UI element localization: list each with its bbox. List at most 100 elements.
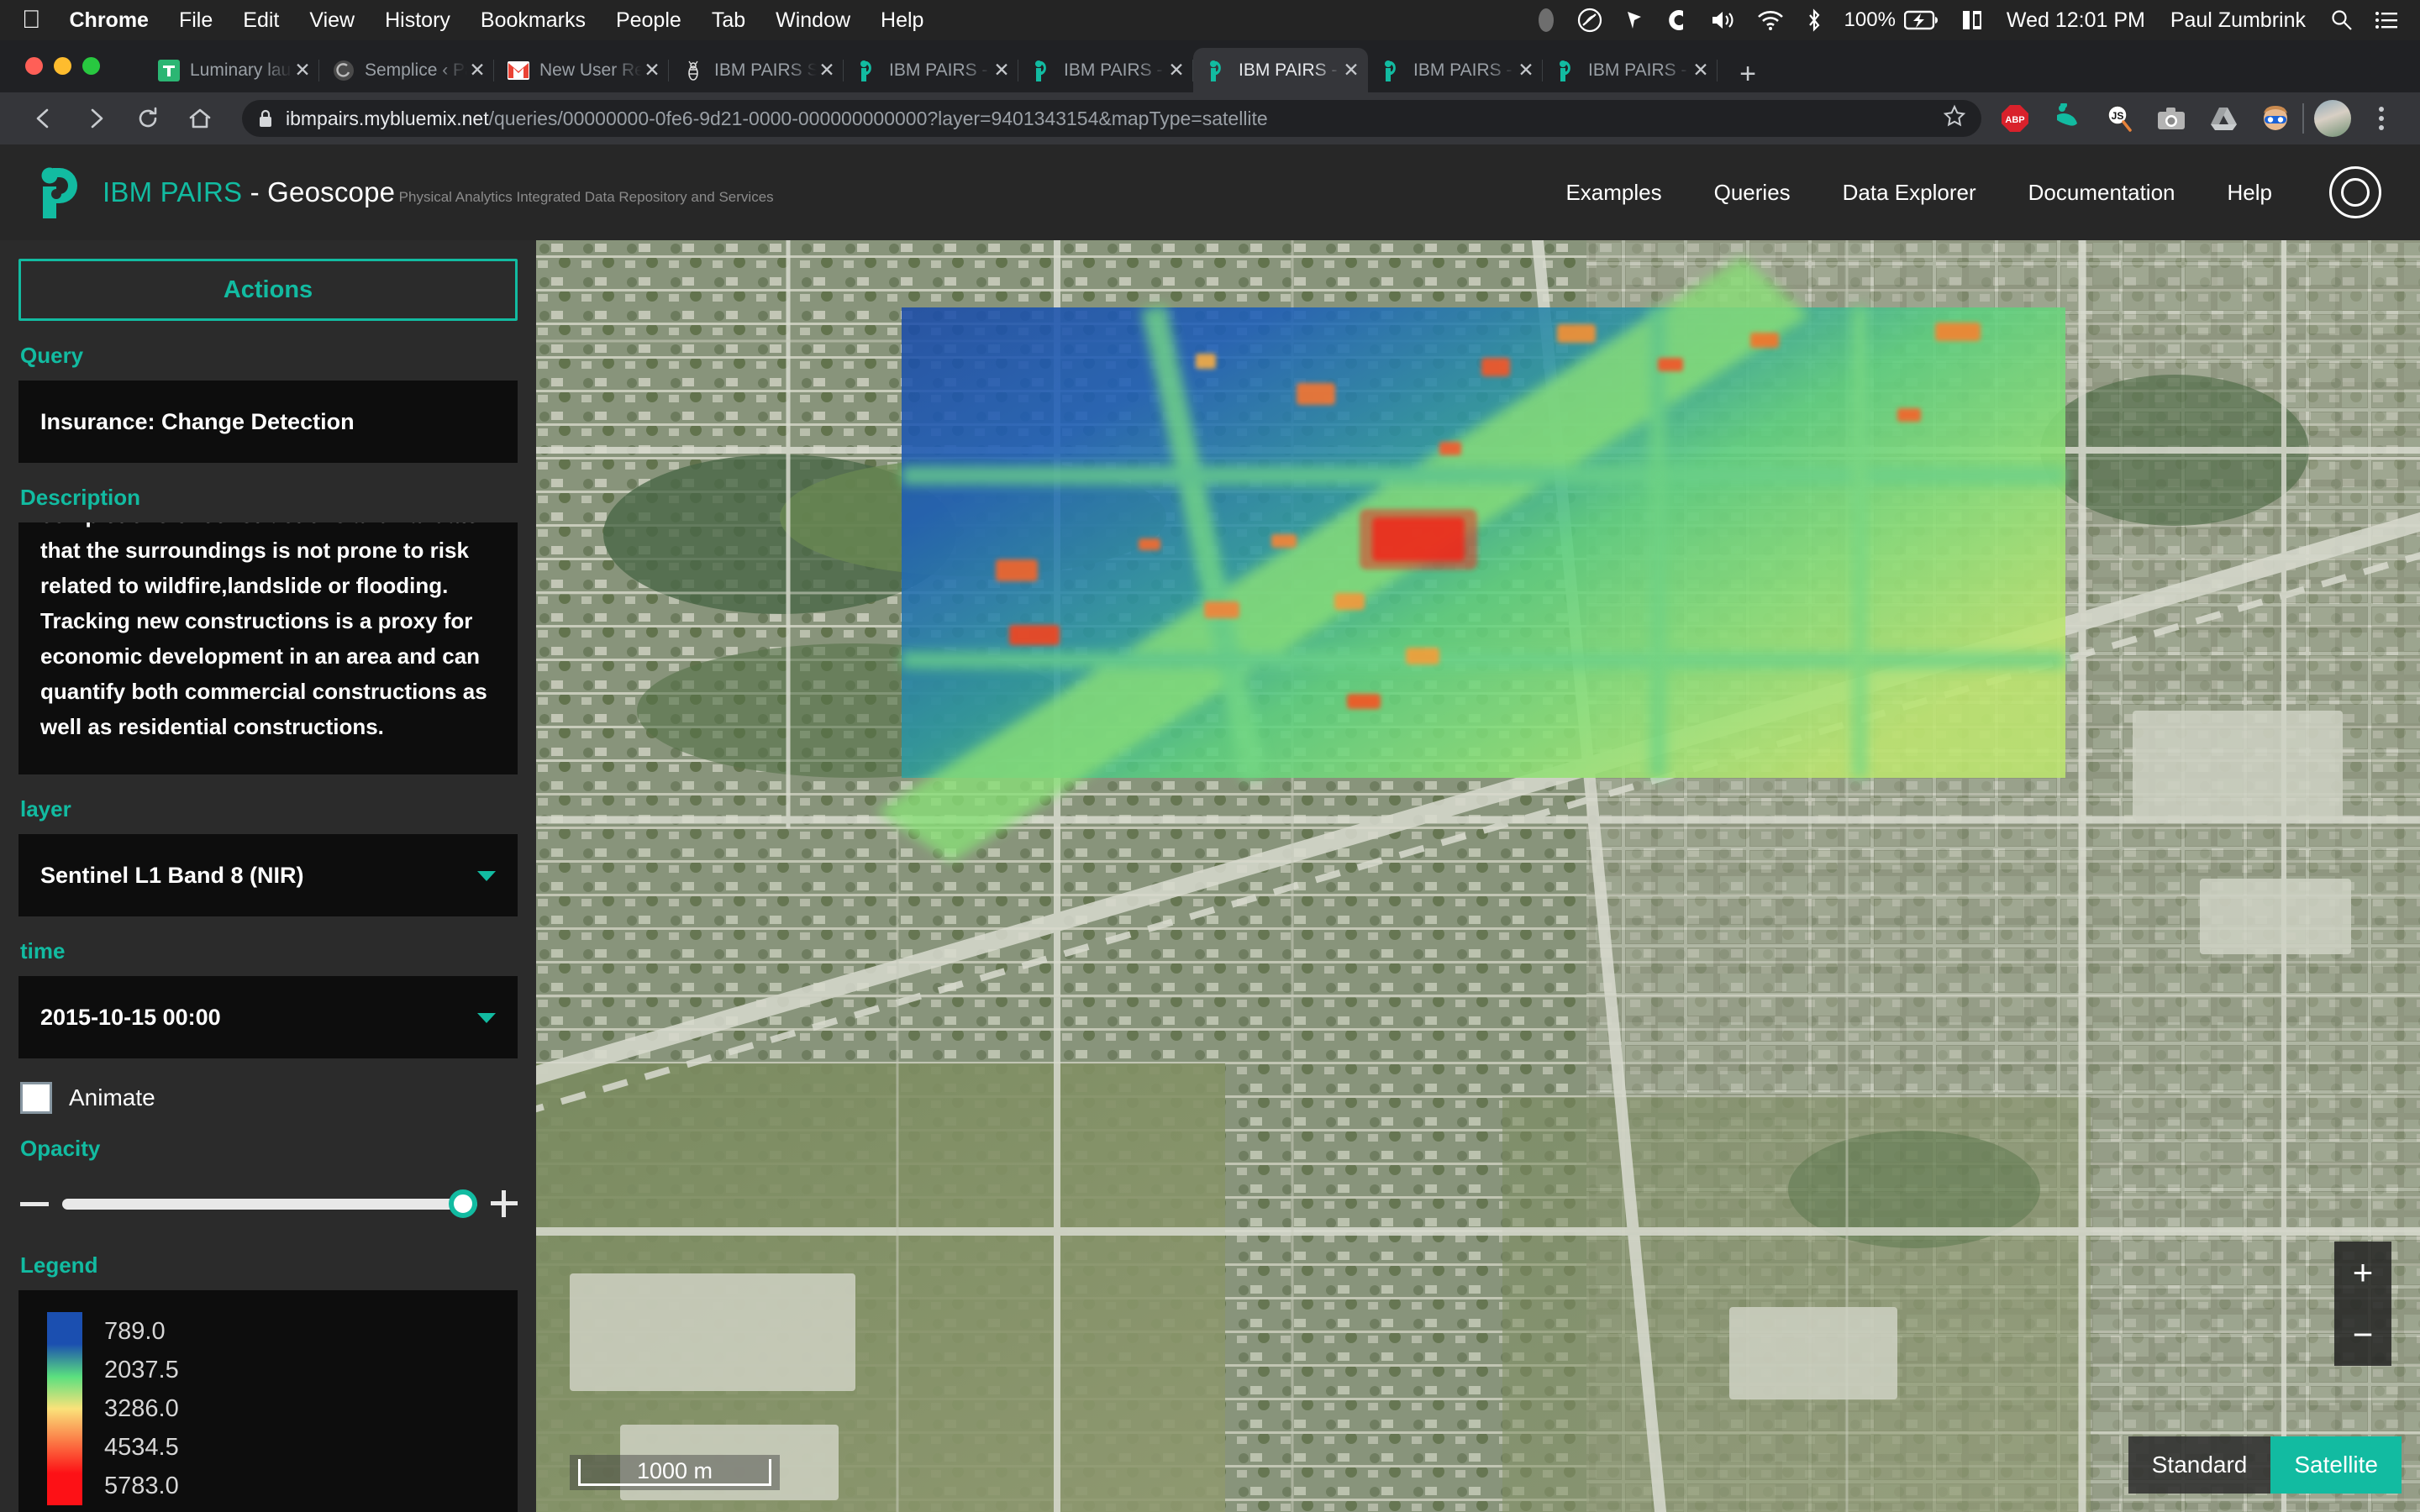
nav-item-examples[interactable]: Examples xyxy=(1565,180,1661,206)
basemap-standard-button[interactable]: Standard xyxy=(2128,1436,2271,1494)
tab-title: IBM PAIRS - G xyxy=(1239,60,1341,81)
menubar-username[interactable]: Paul Zumbrink xyxy=(2170,8,2306,33)
menu-item-help[interactable]: Help xyxy=(881,8,923,33)
menu-item-view[interactable]: View xyxy=(309,8,355,33)
apple-icon[interactable]:  xyxy=(22,8,41,33)
browser-tab-9[interactable]: IBM PAIRS - G ✕ xyxy=(1543,48,1718,92)
time-section-label: time xyxy=(20,938,518,964)
luminary-icon xyxy=(158,60,180,81)
zoom-out-button[interactable]: − xyxy=(2334,1304,2391,1366)
google-drive-icon[interactable] xyxy=(2207,102,2240,135)
kebab-menu-icon[interactable] xyxy=(2365,107,2398,130)
creative-cloud-icon[interactable] xyxy=(1577,8,1602,33)
forward-arrow-icon[interactable] xyxy=(74,97,118,140)
app-brand[interactable]: IBM PAIRS - Geoscope Physical Analytics … xyxy=(39,166,774,218)
minus-icon[interactable] xyxy=(20,1202,49,1206)
map-zoom-controls[interactable]: + − xyxy=(2334,1242,2391,1366)
tab-close-icon[interactable]: ✕ xyxy=(467,59,487,81)
menu-item-edit[interactable]: Edit xyxy=(243,8,279,33)
notification-center-icon[interactable] xyxy=(2375,11,2398,29)
browser-tab-2[interactable]: Semplice ‹ Pau ✕ xyxy=(319,48,494,92)
new-tab-button[interactable]: + xyxy=(1729,55,1766,92)
bluetooth-icon[interactable] xyxy=(1806,8,1823,32)
browser-tab-6[interactable]: IBM PAIRS - G ✕ xyxy=(1018,48,1193,92)
menu-item-bookmarks[interactable]: Bookmarks xyxy=(481,8,586,33)
actions-button[interactable]: Actions xyxy=(18,259,518,321)
battery-charging-icon[interactable] xyxy=(1904,10,1939,30)
tab-close-icon[interactable]: ✕ xyxy=(817,59,837,81)
screenshot-camera-icon[interactable] xyxy=(2154,102,2188,135)
address-bar[interactable]: ibmpairs.mybluemix.net /queries/00000000… xyxy=(242,100,1981,137)
goggles-avatar-icon[interactable] xyxy=(2259,102,2292,135)
nav-item-documentation[interactable]: Documentation xyxy=(2028,180,2175,206)
basemap-satellite-button[interactable]: Satellite xyxy=(2270,1436,2402,1494)
adblock-plus-icon[interactable]: ABP xyxy=(1998,102,2032,135)
time-select[interactable]: 2015-10-15 00:00 xyxy=(18,976,518,1058)
search-icon[interactable] xyxy=(2331,9,2353,31)
browser-tab-8[interactable]: IBM PAIRS - G ✕ xyxy=(1368,48,1543,92)
app-subtitle: Physical Analytics Integrated Data Repos… xyxy=(399,189,774,205)
pairs-logo-icon xyxy=(39,166,84,218)
browser-tab-7-active[interactable]: IBM PAIRS - G ✕ xyxy=(1193,48,1368,92)
dropbox-icon[interactable] xyxy=(1666,8,1688,32)
menu-item-tab[interactable]: Tab xyxy=(712,8,745,33)
tab-close-icon[interactable]: ✕ xyxy=(992,59,1012,81)
volume-icon[interactable] xyxy=(1710,9,1735,31)
window-maximize-button[interactable] xyxy=(82,57,100,75)
tab-close-icon[interactable]: ✕ xyxy=(1341,59,1361,81)
window-minimize-button[interactable] xyxy=(54,57,71,75)
browser-tab-5[interactable]: IBM PAIRS - G ✕ xyxy=(844,48,1018,92)
menu-item-file[interactable]: File xyxy=(179,8,213,33)
query-value-field[interactable]: Insurance: Change Detection xyxy=(18,381,518,463)
back-arrow-icon[interactable] xyxy=(22,97,66,140)
macos-menu-bar:  Chrome File Edit View History Bookmark… xyxy=(0,0,2420,40)
menu-item-people[interactable]: People xyxy=(616,8,681,33)
description-box[interactable]: completions of constructions and validat… xyxy=(18,522,518,774)
nav-item-queries[interactable]: Queries xyxy=(1714,180,1791,206)
satellite-basemap xyxy=(536,240,2420,1512)
star-icon[interactable] xyxy=(1926,104,1966,133)
browser-tab-3[interactable]: New User Reg ✕ xyxy=(494,48,669,92)
siri-icon[interactable] xyxy=(1537,8,1555,33)
menu-item-chrome[interactable]: Chrome xyxy=(70,8,149,33)
js-inspector-icon[interactable]: JS xyxy=(2102,102,2136,135)
menu-item-window[interactable]: Window xyxy=(776,8,850,33)
nav-item-data-explorer[interactable]: Data Explorer xyxy=(1843,180,1976,206)
ghost-figure-icon[interactable] xyxy=(2050,102,2084,135)
battery-percent-label: 100% xyxy=(1844,8,1896,32)
account-circle-icon[interactable] xyxy=(2329,166,2381,218)
wifi-icon[interactable] xyxy=(1757,10,1784,30)
legend-swatch-4 xyxy=(47,1441,82,1473)
legend-value-4: 5783.0 xyxy=(104,1467,179,1505)
tab-close-icon[interactable]: ✕ xyxy=(1691,59,1711,81)
window-close-button[interactable] xyxy=(25,57,43,75)
zoom-in-button[interactable]: + xyxy=(2334,1242,2391,1304)
menu-item-history[interactable]: History xyxy=(385,8,450,33)
animate-row[interactable]: Animate xyxy=(20,1082,518,1114)
layer-select[interactable]: Sentinel L1 Band 8 (NIR) xyxy=(18,834,518,916)
reload-icon[interactable] xyxy=(126,97,170,140)
window-traffic-lights[interactable] xyxy=(25,57,100,75)
tab-close-icon[interactable]: ✕ xyxy=(1516,59,1536,81)
tab-close-icon[interactable]: ✕ xyxy=(1166,59,1186,81)
profile-avatar[interactable] xyxy=(2314,100,2351,137)
app-container: IBM PAIRS - Geoscope Physical Analytics … xyxy=(0,144,2420,1512)
map-canvas[interactable]: + − Standard Satellite 1000 m xyxy=(536,240,2420,1512)
tab-close-icon[interactable]: ✕ xyxy=(642,59,662,81)
browser-tab-4[interactable]: IBM PAIRS Ser ✕ xyxy=(669,48,844,92)
opacity-slider-track[interactable] xyxy=(62,1199,477,1210)
browser-tab-1[interactable]: Luminary laun ✕ xyxy=(145,48,319,92)
home-icon[interactable] xyxy=(178,97,222,140)
basemap-toggle[interactable]: Standard Satellite xyxy=(2128,1436,2402,1494)
menubar-clock[interactable]: Wed 12:01 PM xyxy=(2007,8,2145,33)
plus-icon[interactable] xyxy=(491,1190,518,1217)
opacity-slider-thumb[interactable] xyxy=(449,1189,477,1218)
legend-value-2: 3286.0 xyxy=(104,1389,179,1428)
display-arrangement-icon[interactable] xyxy=(1961,9,1983,31)
opacity-slider-row[interactable] xyxy=(18,1177,518,1231)
location-icon[interactable] xyxy=(1624,8,1644,32)
animate-checkbox[interactable] xyxy=(20,1082,52,1114)
nav-item-help[interactable]: Help xyxy=(2228,180,2272,206)
tab-close-icon[interactable]: ✕ xyxy=(292,59,313,81)
layer-value-text: Sentinel L1 Band 8 (NIR) xyxy=(40,863,304,889)
